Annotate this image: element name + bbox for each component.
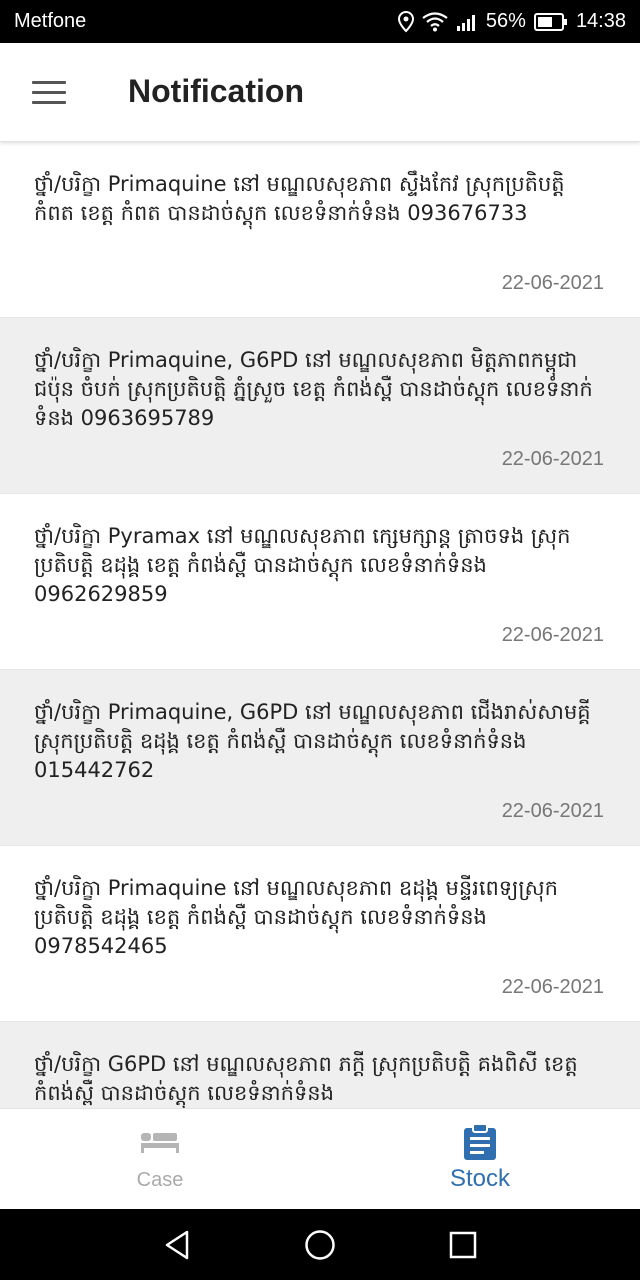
back-icon[interactable] bbox=[160, 1228, 194, 1262]
carrier-name: Metfone bbox=[14, 10, 87, 32]
recents-icon[interactable] bbox=[446, 1228, 480, 1262]
notification-date: 22-06-2021 bbox=[501, 624, 604, 646]
page-title: Notification bbox=[128, 73, 304, 109]
nav-stock-label: Stock bbox=[449, 1165, 511, 1192]
notification-date: 22-06-2021 bbox=[501, 800, 604, 822]
notification-date: 22-06-2021 bbox=[501, 272, 604, 294]
notification-item[interactable]: ថ្នាំ/បរិក្ខា Primaquine, G6PD នៅ មណ្ឌលស… bbox=[0, 318, 640, 494]
nav-case-label: Case bbox=[136, 1169, 184, 1191]
notification-message: ថ្នាំ/បរិក្ខា Primaquine នៅ មណ្ឌលសុខភាព … bbox=[34, 876, 558, 958]
notification-message: ថ្នាំ/បរិក្ខា Pyramax នៅ មណ្ឌលសុខភាព ក្ស… bbox=[34, 524, 571, 606]
notification-message: ថ្នាំ/បរិក្ខា G6PD នៅ មណ្ឌលសុខភាព ភក្តី … bbox=[34, 1052, 578, 1105]
notification-message: ថ្នាំ/បរិក្ខា Primaquine នៅ មណ្ឌលសុខភាព … bbox=[34, 172, 565, 225]
signal-icon bbox=[456, 13, 478, 31]
clock: 14:38 bbox=[575, 10, 626, 32]
home-icon[interactable] bbox=[303, 1228, 337, 1262]
system-navigation-bar bbox=[0, 1209, 640, 1280]
notification-message: ថ្នាំ/បរិក្ខា Primaquine, G6PD នៅ មណ្ឌលស… bbox=[34, 348, 593, 430]
notification-date: 22-06-2021 bbox=[501, 448, 604, 470]
nav-case[interactable]: Case bbox=[0, 1109, 320, 1210]
notification-item[interactable]: ថ្នាំ/បរិក្ខា Primaquine នៅ មណ្ឌលសុខភាព … bbox=[0, 846, 640, 1022]
notification-list[interactable]: ថ្នាំ/បរិក្ខា Primaquine នៅ មណ្ឌលសុខភាព … bbox=[0, 142, 640, 1108]
notification-item[interactable]: ថ្នាំ/បរិក្ខា Pyramax នៅ មណ្ឌលសុខភាព ក្ស… bbox=[0, 494, 640, 670]
notification-item[interactable]: ថ្នាំ/បរិក្ខា G6PD នៅ មណ្ឌលសុខភាព ភក្តី … bbox=[0, 1022, 640, 1108]
clipboard-icon bbox=[463, 1123, 497, 1161]
app-bar: Notification bbox=[0, 43, 640, 142]
notification-item[interactable]: ថ្នាំ/បរិក្ខា Primaquine, G6PD នៅ មណ្ឌលស… bbox=[0, 670, 640, 846]
location-icon bbox=[397, 10, 414, 33]
bottom-navigation: Case Stock bbox=[0, 1108, 640, 1210]
wifi-icon bbox=[422, 11, 448, 32]
bed-icon bbox=[141, 1123, 179, 1161]
notification-item[interactable]: ថ្នាំ/បរិក្ខា Primaquine នៅ មណ្ឌលសុខភាព … bbox=[0, 142, 640, 318]
notification-date: 22-06-2021 bbox=[501, 976, 604, 998]
status-bar: Metfone 56% 14:38 bbox=[0, 0, 640, 43]
nav-stock[interactable]: Stock bbox=[320, 1109, 640, 1210]
battery-icon bbox=[533, 12, 568, 31]
battery-percent: 56% bbox=[485, 10, 526, 32]
menu-icon[interactable] bbox=[32, 81, 66, 105]
notification-message: ថ្នាំ/បរិក្ខា Primaquine, G6PD នៅ មណ្ឌលស… bbox=[34, 700, 591, 782]
